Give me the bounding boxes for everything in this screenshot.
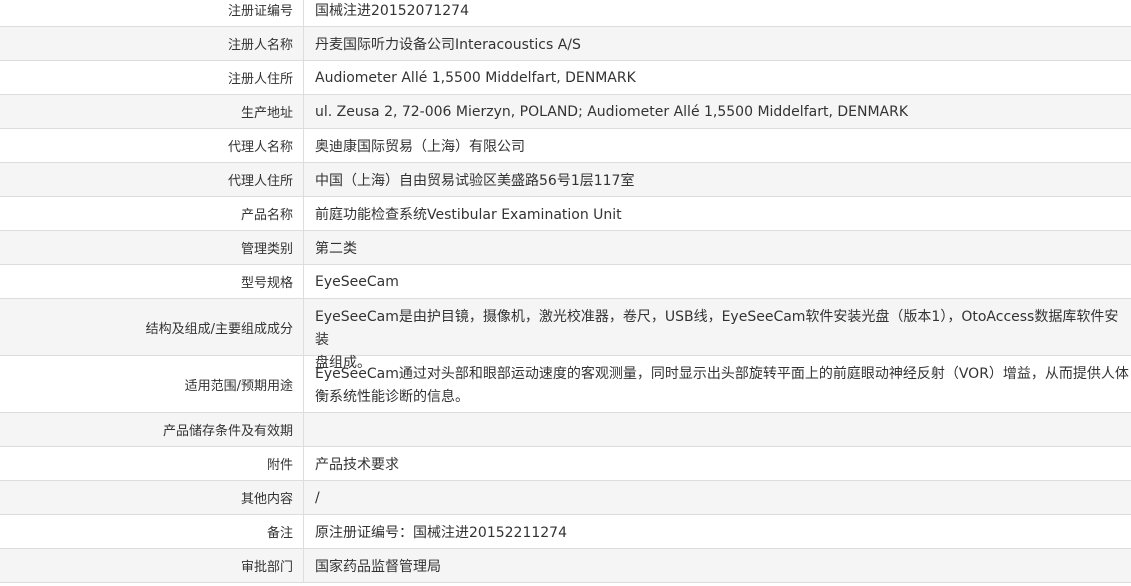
table-row: 注册人名称 丹麦国际听力设备公司Interacoustics A/S (0, 27, 1131, 61)
row-value: 丹麦国际听力设备公司Interacoustics A/S (315, 36, 581, 53)
row-value: EyeSeeCam是由护目镜，摄像机，激光校准器，卷尺，USB线，EyeSeeC… (304, 299, 1131, 371)
table-row: 生产地址 ul. Zeusa 2, 72-006 Mierzyn, POLAND… (0, 95, 1131, 129)
row-value: 国械注进20152071274 (315, 2, 469, 19)
row-label: 生产地址 (0, 95, 304, 128)
row-value: 中国（上海）自由贸易试验区美盛路56号1层117室 (315, 172, 635, 189)
row-label: 附件 (0, 447, 304, 480)
table-row: 代理人名称 奥迪康国际贸易（上海）有限公司 (0, 129, 1131, 163)
row-label: 代理人住所 (0, 163, 304, 196)
row-label: 产品名称 (0, 197, 304, 230)
table-row: 备注 原注册证编号：国械注进20152211274 (0, 515, 1131, 549)
row-value: / (315, 489, 320, 506)
row-label: 注册证编号 (0, 0, 304, 26)
table-row: 其他内容 / (0, 481, 1131, 515)
row-label: 管理类别 (0, 231, 304, 264)
table-row: 管理类别 第二类 (0, 231, 1131, 265)
table-row: 产品名称 前庭功能检查系统Vestibular Examination Unit (0, 197, 1131, 231)
row-value: 奥迪康国际贸易（上海）有限公司 (315, 138, 525, 155)
row-value: 原注册证编号：国械注进20152211274 (315, 524, 567, 541)
row-value: 第二类 (315, 240, 357, 257)
table-row: 产品储存条件及有效期 (0, 413, 1131, 447)
row-label: 型号规格 (0, 265, 304, 298)
row-label: 其他内容 (0, 481, 304, 514)
row-value: 前庭功能检查系统Vestibular Examination Unit (315, 206, 622, 223)
row-label: 代理人名称 (0, 129, 304, 162)
table-row: 结构及组成/主要组成成分 EyeSeeCam是由护目镜，摄像机，激光校准器，卷尺… (0, 299, 1131, 371)
row-label: 产品储存条件及有效期 (0, 413, 304, 446)
registration-record-table: 注册证编号 国械注进20152071274 注册人名称 丹麦国际听力设备公司In… (0, 0, 1131, 583)
table-row: 注册证编号 国械注进20152071274 (0, 0, 1131, 27)
row-label: 注册人名称 (0, 27, 304, 60)
table-row: 适用范围/预期用途 EyeSeeCam通过对头部和眼部运动速度的客观测量，同时显… (0, 356, 1131, 413)
row-label: 审批部门 (0, 549, 304, 582)
row-value: EyeSeeCam通过对头部和眼部运动速度的客观测量，同时显示出头部旋转平面上的… (304, 356, 1131, 412)
row-value: Audiometer Allé 1,5500 Middelfart, DENMA… (315, 69, 636, 86)
row-value-continuation: 衡系统性能诊断的信息。 (315, 389, 469, 405)
row-value: EyeSeeCam (315, 273, 399, 290)
table-row: 型号规格 EyeSeeCam (0, 265, 1131, 299)
row-value (304, 413, 1131, 446)
table-row: 附件 产品技术要求 (0, 447, 1131, 481)
row-label: 结构及组成/主要组成成分 (0, 299, 304, 355)
table-row: 注册人住所 Audiometer Allé 1,5500 Middelfart,… (0, 61, 1131, 95)
table-row: 代理人住所 中国（上海）自由贸易试验区美盛路56号1层117室 (0, 163, 1131, 197)
table-row: 审批部门 国家药品监督管理局 (0, 549, 1131, 583)
row-value: 国家药品监督管理局 (315, 558, 441, 575)
row-value: ul. Zeusa 2, 72-006 Mierzyn, POLAND; Aud… (315, 103, 909, 120)
row-value: 产品技术要求 (315, 456, 399, 473)
row-label: 注册人住所 (0, 61, 304, 94)
row-label: 适用范围/预期用途 (0, 356, 304, 412)
row-value-line: EyeSeeCam是由护目镜，摄像机，激光校准器，卷尺，USB线，EyeSeeC… (315, 309, 1119, 348)
row-label: 备注 (0, 515, 304, 548)
row-value-line: EyeSeeCam通过对头部和眼部运动速度的客观测量，同时显示出头部旋转平面上的… (315, 366, 1129, 382)
